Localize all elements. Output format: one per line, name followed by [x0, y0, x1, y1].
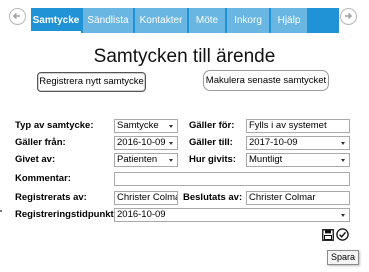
- register-consent-button[interactable]: Registrera nytt samtycke: [37, 72, 146, 92]
- save-tooltip: Spara: [327, 250, 359, 265]
- tab-inkorg[interactable]: Inkorg: [227, 8, 269, 33]
- tab-hjalp[interactable]: Hjälp: [271, 8, 307, 33]
- registrerats-av-field[interactable]: Christer Colmar: [114, 191, 178, 205]
- registrerats-av-label: Registrerats av:: [15, 192, 87, 203]
- floppy-disk-icon: [322, 229, 334, 241]
- circle-arrow-right-icon: [345, 12, 353, 20]
- tab-kontakter[interactable]: Kontakter: [135, 8, 187, 33]
- galler-fran-label: Gäller från:: [15, 137, 66, 148]
- tab-strip: Samtycke Sändlista Kontakter Möte Inkorg…: [31, 8, 339, 33]
- beslutats-av-field[interactable]: Christer Colmar: [246, 191, 350, 205]
- galler-till-label: Gäller till:: [189, 137, 233, 148]
- confirm-button[interactable]: [336, 228, 349, 241]
- givet-av-label: Givet av:: [15, 154, 56, 165]
- save-button[interactable]: [322, 228, 334, 241]
- tab-mote[interactable]: Möte: [189, 8, 225, 33]
- typ-av-samtycke-select[interactable]: Samtycke: [114, 119, 178, 133]
- registreringstidpunkt-select[interactable]: 2016-10-09: [114, 208, 350, 222]
- galler-for-field[interactable]: Fylls i av systemet: [246, 119, 350, 133]
- tab-samtycke[interactable]: Samtycke: [31, 8, 81, 33]
- tab-sandlista[interactable]: Sändlista: [83, 8, 133, 33]
- kommentar-input[interactable]: [114, 172, 350, 186]
- galler-till-select[interactable]: 2017-10-09: [246, 136, 350, 150]
- circle-arrow-left-icon: [12, 12, 20, 20]
- hur-givits-select[interactable]: Muntligt: [246, 153, 350, 167]
- back-button[interactable]: [9, 8, 26, 25]
- galler-for-label: Gäller för:: [189, 120, 235, 131]
- galler-fran-select[interactable]: 2016-10-09: [114, 136, 178, 150]
- kommentar-label: Kommentar:: [15, 173, 71, 184]
- cancel-latest-consent-button[interactable]: Makulera senaste samtycket: [203, 70, 329, 91]
- navigation-bar: Samtycke Sändlista Kontakter Möte Inkorg…: [0, 0, 369, 36]
- registreringstidpunkt-label: Registreringstidpunkt:: [15, 209, 117, 220]
- forward-button[interactable]: [340, 8, 357, 25]
- page-title: Samtycken till ärende: [93, 46, 276, 67]
- hur-givits-label: Hur givits:: [189, 154, 236, 165]
- givet-av-select[interactable]: Patienten: [114, 153, 178, 167]
- beslutats-av-label: Beslutats av:: [183, 192, 243, 203]
- check-circle-icon: [336, 228, 349, 241]
- left-edge-mark: [0, 210, 2, 212]
- typ-av-samtycke-label: Typ av samtycke:: [15, 120, 94, 131]
